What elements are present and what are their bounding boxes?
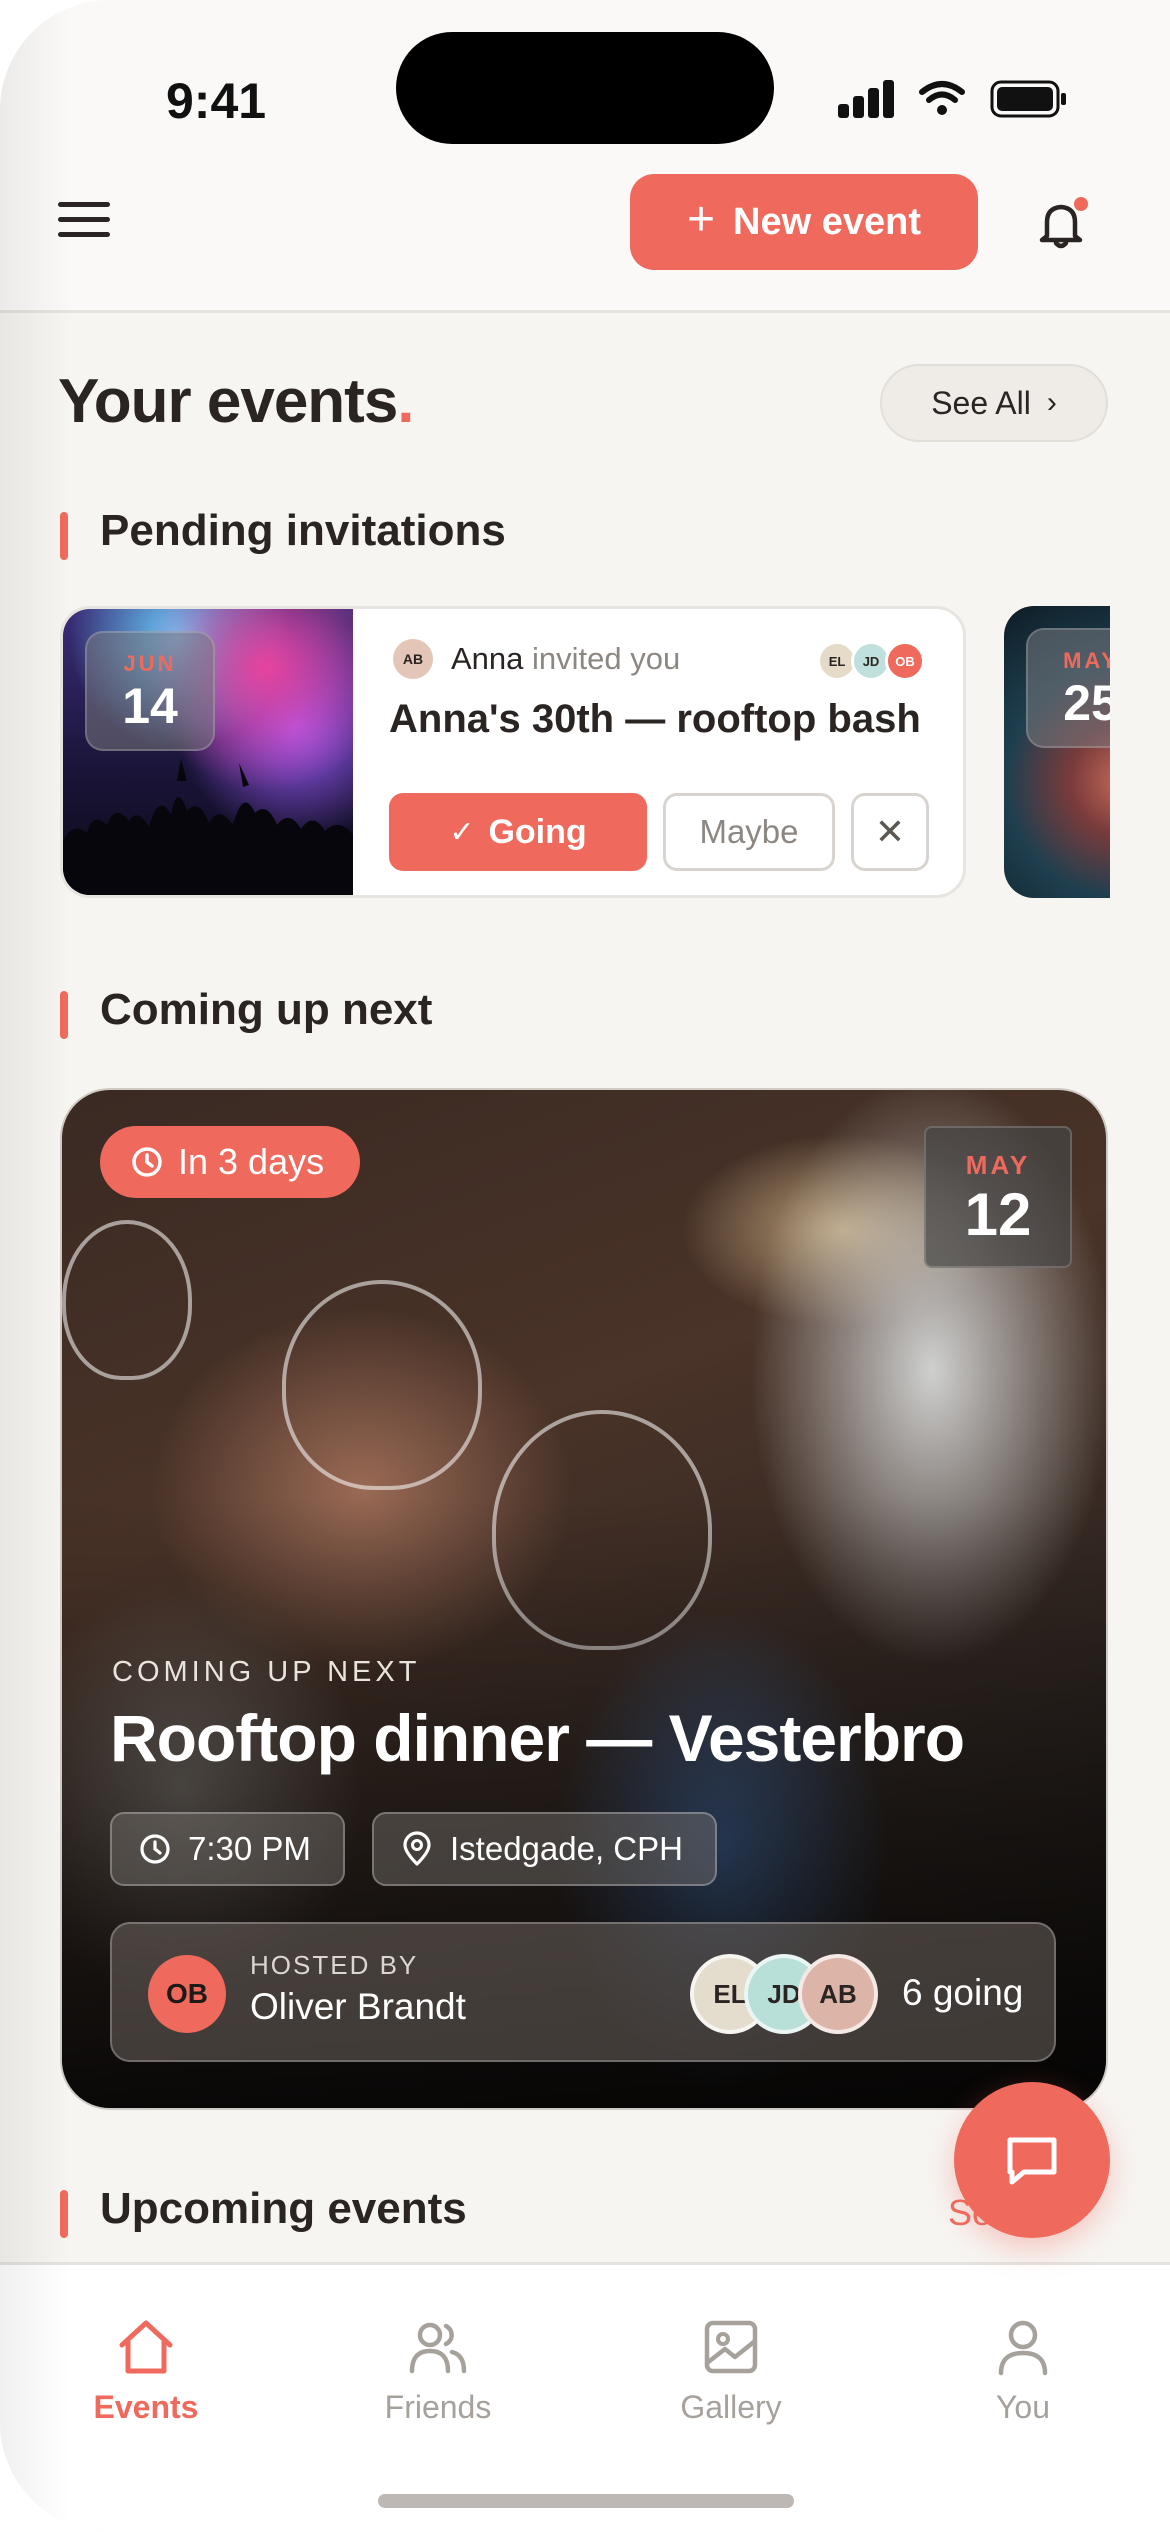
coming-up-next-title: Coming up next: [60, 985, 432, 1039]
decline-button[interactable]: ✕: [851, 793, 929, 871]
user-icon: [998, 2320, 1048, 2376]
going-button[interactable]: ✓ Going: [389, 793, 647, 871]
inviter-name: Anna: [451, 641, 524, 676]
next-event-card[interactable]: In 3 days MAY 12 COMING UP NEXT Rooftop …: [60, 1088, 1108, 2110]
home-indicator: [378, 2494, 794, 2508]
chat-icon: [1007, 2137, 1057, 2185]
host-avatar: OB: [148, 1955, 226, 2033]
time-pill: 7:30 PM: [110, 1812, 345, 1886]
header: 9:41 + New event: [0, 0, 1170, 313]
home-icon: [119, 2320, 173, 2374]
invitation-card[interactable]: JUN 14 AB Anna invited you EL JD OB Anna…: [60, 606, 966, 898]
chat-button[interactable]: [954, 2082, 1110, 2238]
clock-icon: [132, 1147, 162, 1177]
bell-icon[interactable]: [1034, 196, 1092, 252]
location-pin-icon: [403, 1831, 431, 1866]
going-count: 6 going: [902, 1972, 1024, 2013]
inviter-row: AB Anna invited you: [393, 639, 680, 679]
battery-icon: [990, 80, 1066, 118]
friends-icon: [409, 2322, 467, 2374]
countdown-badge: In 3 days: [100, 1126, 361, 1198]
dynamic-island: [396, 32, 774, 144]
invite-date-badge: JUN 14: [85, 631, 215, 751]
see-all-label: See All: [931, 384, 1031, 421]
host-label: HOSTED BY: [250, 1950, 419, 1980]
clock-icon: [140, 1834, 170, 1864]
host-name: Oliver Brandt: [250, 1986, 466, 2027]
tab-gallery[interactable]: Gallery: [641, 2315, 821, 2426]
attendee-avatars[interactable]: EL JD AB: [690, 1954, 878, 2034]
status-time: 9:41: [166, 73, 267, 129]
tab-friends[interactable]: Friends: [348, 2315, 528, 2426]
avatar: AB: [798, 1954, 878, 2034]
going-label: Going: [488, 812, 587, 851]
crowd-silhouette: [63, 759, 353, 895]
chevron-right-icon: ›: [1046, 386, 1057, 419]
invited-text: invited you: [532, 641, 681, 676]
see-all-button[interactable]: See All ›: [880, 364, 1108, 442]
new-event-button[interactable]: + New event: [630, 174, 978, 270]
avatar: AB: [393, 639, 433, 679]
tab-events[interactable]: Events: [56, 2315, 236, 2426]
page-title: Your events.: [58, 367, 415, 436]
card-kicker: COMING UP NEXT: [112, 1656, 421, 1688]
pending-invitations-title: Pending invitations: [60, 506, 506, 560]
new-event-label: New event: [733, 200, 921, 243]
check-icon: ✓: [449, 815, 475, 849]
avatar: OB: [885, 641, 925, 681]
guest-avatars: EL JD OB: [817, 641, 925, 681]
upcoming-events-title: Upcoming events: [60, 2184, 467, 2238]
tab-you[interactable]: You: [933, 2315, 1113, 2426]
event-date-badge: MAY 12: [924, 1126, 1072, 1268]
menu-button[interactable]: [58, 202, 110, 238]
tab-bar: Events Friends Gallery You: [0, 2262, 1170, 2532]
invite-title: Anna's 30th — rooftop bash: [389, 697, 921, 741]
host-bar: OB HOSTED BY Oliver Brandt EL JD AB 6 go…: [110, 1922, 1056, 2062]
location-pill: Istedgade, CPH: [372, 1812, 717, 1886]
event-title: Rooftop dinner — Vesterbro: [110, 1701, 965, 1775]
app-screen: 9:41 + New event Your events. See All › …: [0, 0, 1170, 2532]
wifi-icon: [919, 81, 965, 115]
event-image: JUN 14: [63, 609, 353, 895]
image-icon: [704, 2320, 758, 2374]
signal-icon: [838, 80, 894, 118]
plus-icon: +: [687, 193, 716, 246]
maybe-button[interactable]: Maybe: [663, 793, 835, 871]
